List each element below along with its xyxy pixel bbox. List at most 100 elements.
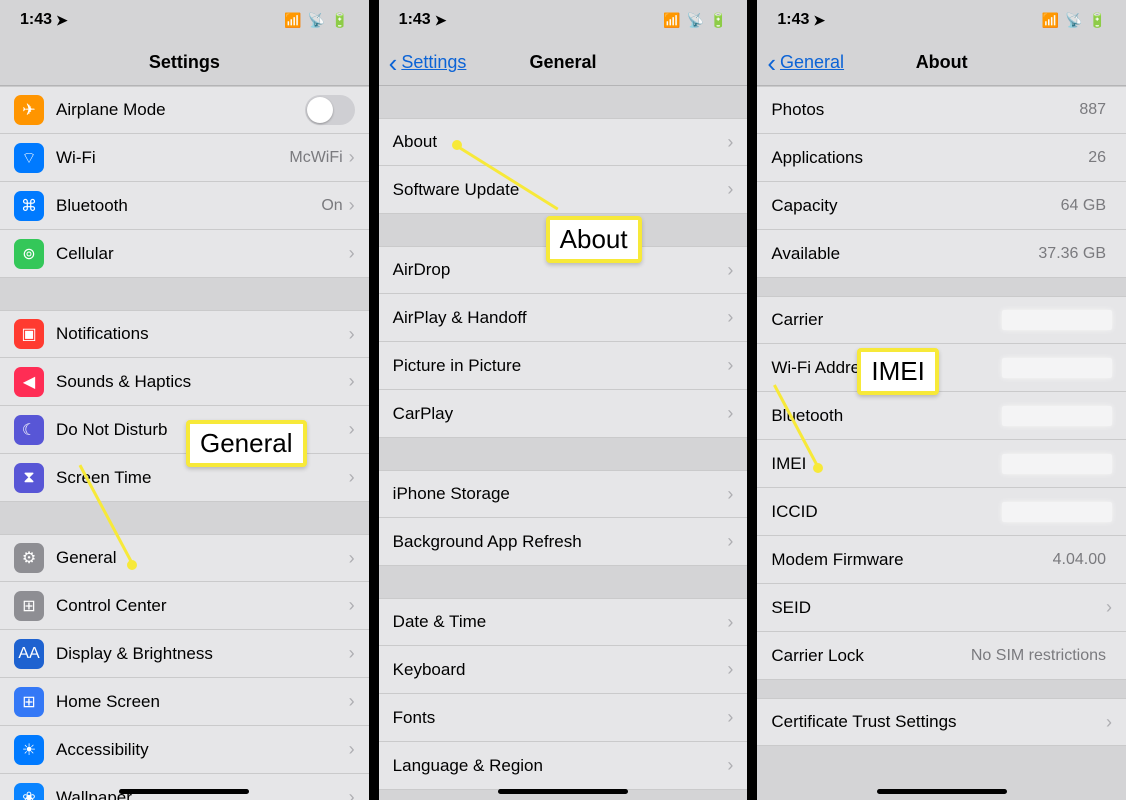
chevron-right-icon: › bbox=[349, 467, 355, 488]
row-seid[interactable]: SEID› bbox=[757, 584, 1126, 632]
general-list: About›Software Update› AirDrop›AirPlay &… bbox=[379, 86, 748, 800]
back-button[interactable]: ‹ General bbox=[767, 40, 844, 85]
settings-row-sounds-haptics[interactable]: ◀Sounds & Haptics› bbox=[0, 358, 369, 406]
settings-row-screen-time[interactable]: ⧗Screen Time› bbox=[0, 454, 369, 502]
row-date-time[interactable]: Date & Time› bbox=[379, 598, 748, 646]
signal-icon: 📶 bbox=[284, 12, 301, 29]
row-iccid: ICCID bbox=[757, 488, 1126, 536]
row-airplay-handoff[interactable]: AirPlay & Handoff› bbox=[379, 294, 748, 342]
chevron-right-icon: › bbox=[349, 419, 355, 440]
settings-row-home-screen[interactable]: ⊞Home Screen› bbox=[0, 678, 369, 726]
wi-fi-icon: ⌔ bbox=[14, 143, 44, 173]
about-list: Photos887Applications26Capacity64 GBAvai… bbox=[757, 86, 1126, 800]
row-iphone-storage[interactable]: iPhone Storage› bbox=[379, 470, 748, 518]
row-language-region[interactable]: Language & Region› bbox=[379, 742, 748, 790]
home-indicator bbox=[119, 789, 249, 794]
chevron-right-icon: › bbox=[727, 755, 733, 776]
row-carplay[interactable]: CarPlay› bbox=[379, 390, 748, 438]
row-label: ICCID bbox=[771, 502, 1002, 522]
settings-row-wi-fi[interactable]: ⌔Wi-FiMcWiFi› bbox=[0, 134, 369, 182]
settings-row-general[interactable]: ⚙General› bbox=[0, 534, 369, 582]
settings-list: ✈Airplane Mode⌔Wi-FiMcWiFi›⌘BluetoothOn›… bbox=[0, 86, 369, 800]
status-time: 1:43 bbox=[777, 11, 809, 29]
row-keyboard[interactable]: Keyboard› bbox=[379, 646, 748, 694]
row-label: AirPlay & Handoff bbox=[393, 308, 728, 328]
row-imei: IMEI bbox=[757, 440, 1126, 488]
chevron-right-icon: › bbox=[349, 595, 355, 616]
wifi-icon: 📡 bbox=[308, 12, 325, 29]
chevron-right-icon: › bbox=[727, 403, 733, 424]
general-screen: 1:43 ➤ 📶 📡 🔋 ‹ Settings General About›So… bbox=[379, 0, 748, 800]
chevron-right-icon: › bbox=[727, 612, 733, 633]
row-label: Accessibility bbox=[56, 740, 349, 760]
chevron-right-icon: › bbox=[349, 739, 355, 760]
battery-icon: 🔋 bbox=[331, 12, 348, 29]
chevron-right-icon: › bbox=[349, 324, 355, 345]
back-button[interactable]: ‹ Settings bbox=[389, 40, 467, 85]
row-label: Software Update bbox=[393, 180, 728, 200]
status-bar: 1:43 ➤ 📶 📡 🔋 bbox=[379, 0, 748, 40]
nav-bar: ‹ Settings General bbox=[379, 40, 748, 86]
row-label: About bbox=[393, 132, 728, 152]
back-label: Settings bbox=[401, 52, 466, 73]
row-label: Home Screen bbox=[56, 692, 349, 712]
battery-icon: 🔋 bbox=[710, 12, 727, 29]
row-label: Cellular bbox=[56, 244, 349, 264]
settings-row-bluetooth[interactable]: ⌘BluetoothOn› bbox=[0, 182, 369, 230]
chevron-right-icon: › bbox=[349, 243, 355, 264]
chevron-right-icon: › bbox=[727, 531, 733, 552]
row-label: iPhone Storage bbox=[393, 484, 728, 504]
settings-row-cellular[interactable]: ⊚Cellular› bbox=[0, 230, 369, 278]
row-label: Bluetooth bbox=[771, 406, 1002, 426]
row-label: Fonts bbox=[393, 708, 728, 728]
row-background-app-refresh[interactable]: Background App Refresh› bbox=[379, 518, 748, 566]
location-icon: ➤ bbox=[813, 12, 825, 29]
row-value: No SIM restrictions bbox=[971, 647, 1106, 665]
row-label: Certificate Trust Settings bbox=[771, 712, 1106, 732]
row-label: Airplane Mode bbox=[56, 100, 305, 120]
redacted-value bbox=[1002, 310, 1112, 330]
settings-row-do-not-disturb[interactable]: ☾Do Not Disturb› bbox=[0, 406, 369, 454]
row-label: Carrier Lock bbox=[771, 646, 971, 666]
toggle[interactable] bbox=[305, 95, 355, 125]
status-bar: 1:43 ➤ 📶 📡 🔋 bbox=[757, 0, 1126, 40]
row-label: Date & Time bbox=[393, 612, 728, 632]
row-label: SEID bbox=[771, 598, 1106, 618]
bluetooth-icon: ⌘ bbox=[14, 191, 44, 221]
redacted-value bbox=[1002, 358, 1112, 378]
row-value: 26 bbox=[1088, 149, 1106, 167]
settings-row-wallpaper[interactable]: ❀Wallpaper› bbox=[0, 774, 369, 800]
row-label: General bbox=[56, 548, 349, 568]
row-certificate-trust-settings[interactable]: Certificate Trust Settings› bbox=[757, 698, 1126, 746]
row-modem-firmware: Modem Firmware4.04.00 bbox=[757, 536, 1126, 584]
page-title: General bbox=[529, 52, 596, 73]
screen-time-icon: ⧗ bbox=[14, 463, 44, 493]
chevron-right-icon: › bbox=[349, 548, 355, 569]
redacted-value bbox=[1002, 406, 1112, 426]
settings-row-accessibility[interactable]: ☀ Accessibility› bbox=[0, 726, 369, 774]
redacted-value bbox=[1002, 454, 1112, 474]
wifi-icon: 📡 bbox=[1065, 12, 1082, 29]
row-value: 887 bbox=[1079, 101, 1106, 119]
chevron-right-icon: › bbox=[727, 260, 733, 281]
row-about[interactable]: About› bbox=[379, 118, 748, 166]
row-software-update[interactable]: Software Update› bbox=[379, 166, 748, 214]
row-fonts[interactable]: Fonts› bbox=[379, 694, 748, 742]
settings-row-control-center[interactable]: ⊞Control Center› bbox=[0, 582, 369, 630]
accessibility-icon: ☀ bbox=[14, 735, 44, 765]
control-center-icon: ⊞ bbox=[14, 591, 44, 621]
home-indicator bbox=[877, 789, 1007, 794]
row-label: Capacity bbox=[771, 196, 1060, 216]
status-bar: 1:43 ➤ 📶 📡 🔋 bbox=[0, 0, 369, 40]
settings-row-notifications[interactable]: ▣Notifications› bbox=[0, 310, 369, 358]
row-label: Available bbox=[771, 244, 1038, 264]
row-applications: Applications26 bbox=[757, 134, 1126, 182]
row-label: Picture in Picture bbox=[393, 356, 728, 376]
row-label: Language & Region bbox=[393, 756, 728, 776]
settings-row-airplane-mode[interactable]: ✈Airplane Mode bbox=[0, 86, 369, 134]
signal-icon: 📶 bbox=[663, 12, 680, 29]
row-label: AirDrop bbox=[393, 260, 728, 280]
row-label: Photos bbox=[771, 100, 1079, 120]
row-picture-in-picture[interactable]: Picture in Picture› bbox=[379, 342, 748, 390]
settings-row-display-brightness[interactable]: AADisplay & Brightness› bbox=[0, 630, 369, 678]
